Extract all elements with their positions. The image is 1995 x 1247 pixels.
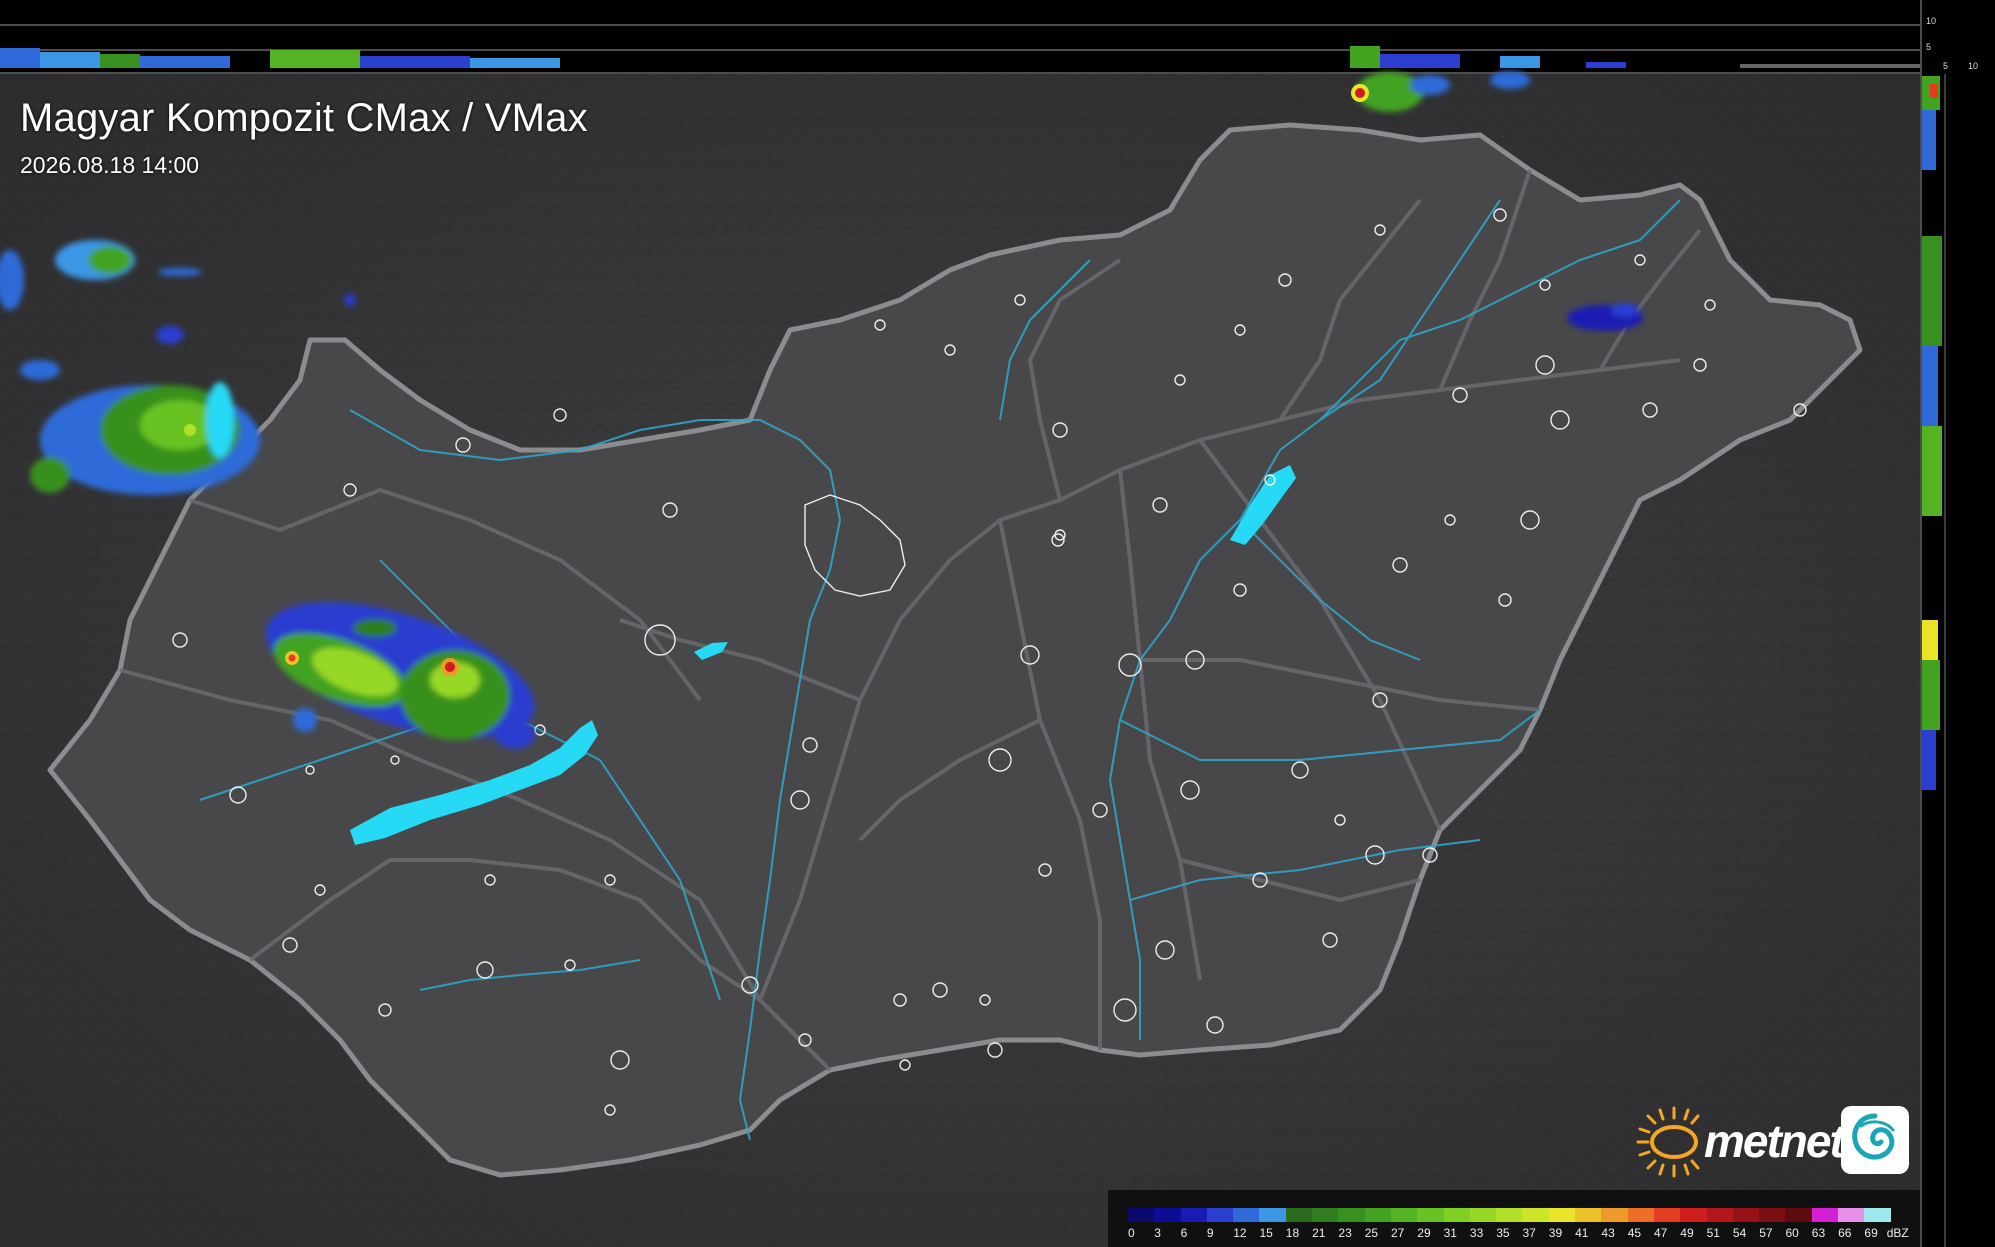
legend-swatch (1548, 1208, 1576, 1222)
legend-swatch (1785, 1208, 1812, 1222)
legend-swatch (1390, 1208, 1418, 1222)
dbz-legend: 0 3 6 9 12 15 18 21 23 25 27 29 31 33 35 37 39 41 43 45 47 49… (1108, 1190, 1920, 1247)
legend-value: 43 (1601, 1226, 1615, 1240)
legend-value: 60 (1785, 1226, 1799, 1240)
legend-value: 25 (1364, 1226, 1379, 1240)
legend-swatch (1364, 1208, 1391, 1222)
legend-value: 57 (1759, 1226, 1773, 1240)
legend-value: 15 (1259, 1226, 1273, 1240)
legend-color-bar (1128, 1208, 1891, 1222)
legend-value: 12 (1233, 1226, 1247, 1240)
legend-value: 9 (1206, 1226, 1214, 1240)
legend-swatch (1443, 1208, 1470, 1222)
legend-value: 47 (1654, 1226, 1668, 1240)
legend-value: 41 (1575, 1226, 1589, 1240)
legend-swatch (1285, 1208, 1313, 1222)
legend-swatch (1522, 1208, 1549, 1222)
legend-value: 51 (1706, 1226, 1720, 1240)
legend-swatch (1259, 1208, 1286, 1222)
legend-value: 27 (1391, 1226, 1405, 1240)
legend-swatch (1680, 1208, 1707, 1222)
logo-text: metnet (1704, 1115, 1845, 1167)
legend-swatch (1864, 1208, 1891, 1222)
legend-unit: dBZ (1886, 1226, 1909, 1240)
legend-value: 37 (1522, 1226, 1536, 1240)
legend-value: 23 (1338, 1226, 1352, 1240)
legend-swatch (1154, 1208, 1181, 1222)
legend-value: 6 (1180, 1226, 1188, 1240)
map-canvas (0, 0, 1995, 1247)
legend-value: 69 (1864, 1226, 1878, 1240)
legend-swatch (1312, 1208, 1339, 1222)
legend-value: 31 (1443, 1226, 1457, 1240)
legend-swatch (1128, 1208, 1155, 1222)
legend-swatch (1180, 1208, 1207, 1222)
legend-swatch (1338, 1208, 1365, 1222)
legend-value: 21 (1312, 1226, 1326, 1240)
legend-swatch (1811, 1208, 1839, 1222)
legend-swatch (1206, 1208, 1234, 1222)
side-scale-label-5: 5 (1943, 61, 1949, 71)
legend-swatch (1575, 1208, 1602, 1222)
legend-swatch (1233, 1208, 1260, 1222)
legend-value: 39 (1548, 1226, 1563, 1240)
legend-swatch (1838, 1208, 1865, 1222)
legend-swatch (1496, 1208, 1523, 1222)
legend-value: 33 (1469, 1226, 1484, 1240)
legend-swatch (1627, 1208, 1654, 1222)
legend-value: 0 (1128, 1226, 1135, 1240)
top-scale-label-10: 10 (1926, 16, 1937, 26)
legend-swatch (1706, 1208, 1733, 1222)
legend-swatch (1601, 1208, 1628, 1222)
legend-value: 49 (1680, 1226, 1694, 1240)
radar-map[interactable]: Magyar Kompozit CMax / VMax 2026.08.18 1… (0, 0, 1995, 1247)
legend-value: 66 (1838, 1226, 1852, 1240)
legend-value: 63 (1811, 1226, 1826, 1240)
sun-icon (1636, 1106, 1700, 1178)
legend-value: 29 (1417, 1226, 1431, 1240)
legend-swatch (1653, 1208, 1681, 1222)
legend-value: 3 (1154, 1226, 1161, 1240)
legend-swatch (1417, 1208, 1444, 1222)
legend-value: 45 (1627, 1226, 1642, 1240)
legend-swatch (1759, 1208, 1786, 1222)
top-scale-label-5: 5 (1926, 42, 1932, 52)
legend-value: 35 (1496, 1226, 1510, 1240)
swirl-logo-icon (1841, 1106, 1909, 1174)
side-scale-label-10: 10 (1968, 61, 1979, 71)
map-title: Magyar Kompozit CMax / VMax (20, 96, 588, 140)
map-timestamp: 2026.08.18 14:00 (20, 152, 200, 178)
legend-swatch (1732, 1208, 1760, 1222)
legend-value: 18 (1285, 1226, 1300, 1240)
legend-swatch (1469, 1208, 1497, 1222)
legend-value: 54 (1732, 1226, 1747, 1240)
metnet-logo: metnet (1636, 1104, 1911, 1180)
